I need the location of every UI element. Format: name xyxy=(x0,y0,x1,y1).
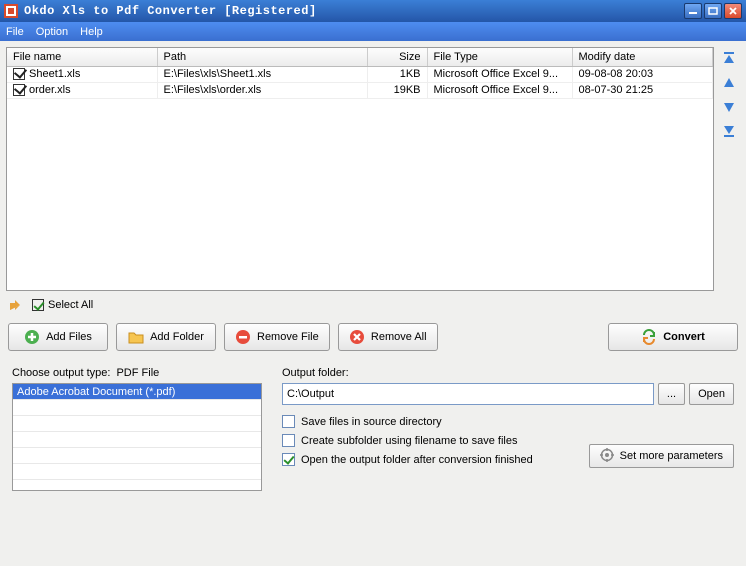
menu-option[interactable]: Option xyxy=(36,26,68,38)
browse-button[interactable]: ... xyxy=(658,383,685,405)
move-down-icon[interactable] xyxy=(720,99,738,115)
checkbox-icon xyxy=(32,299,44,311)
minus-icon xyxy=(235,329,251,345)
col-size[interactable]: Size xyxy=(367,48,427,66)
col-modify[interactable]: Modify date xyxy=(572,48,713,66)
remove-all-button[interactable]: Remove All xyxy=(338,323,438,351)
add-files-button[interactable]: Add Files xyxy=(8,323,108,351)
window-title: Okdo Xls to Pdf Converter [Registered] xyxy=(24,4,682,18)
list-item[interactable]: Adobe Acrobat Document (*.pdf) xyxy=(13,384,261,400)
select-all-label: Select All xyxy=(48,299,93,311)
menu-help[interactable]: Help xyxy=(80,26,103,38)
checkbox-icon xyxy=(282,415,295,428)
select-all-checkbox[interactable]: Select All xyxy=(32,299,93,311)
output-type-value: PDF File xyxy=(116,367,159,379)
move-up-icon[interactable] xyxy=(720,75,738,91)
output-type-label: Choose output type: xyxy=(12,367,110,379)
menu-file[interactable]: File xyxy=(6,26,24,38)
open-folder-button[interactable]: Open xyxy=(689,383,734,405)
output-folder-input[interactable] xyxy=(282,383,654,405)
checkbox-icon xyxy=(282,434,295,447)
col-filetype[interactable]: File Type xyxy=(427,48,572,66)
plus-icon xyxy=(24,329,40,345)
table-row[interactable]: Sheet1.xlsE:\Files\xls\Sheet1.xls1KBMicr… xyxy=(7,66,713,82)
checkbox-icon[interactable] xyxy=(13,84,25,96)
table-row[interactable]: order.xlsE:\Files\xls\order.xls19KBMicro… xyxy=(7,82,713,98)
output-folder-label: Output folder: xyxy=(282,367,734,379)
checkbox-icon[interactable] xyxy=(13,68,25,80)
up-folder-icon[interactable] xyxy=(8,297,26,313)
convert-icon xyxy=(641,329,657,345)
remove-file-button[interactable]: Remove File xyxy=(224,323,330,351)
close-button[interactable] xyxy=(724,3,742,19)
output-type-list[interactable]: Adobe Acrobat Document (*.pdf) xyxy=(12,383,262,491)
reorder-arrows xyxy=(718,47,740,291)
file-list[interactable]: File name Path Size File Type Modify dat… xyxy=(6,47,714,291)
save-in-source-checkbox[interactable]: Save files in source directory xyxy=(282,415,734,428)
convert-button[interactable]: Convert xyxy=(608,323,738,351)
app-icon xyxy=(4,4,18,18)
remove-all-icon xyxy=(349,329,365,345)
move-top-icon[interactable] xyxy=(720,51,738,67)
title-bar: Okdo Xls to Pdf Converter [Registered] xyxy=(0,0,746,22)
set-more-parameters-button[interactable]: Set more parameters xyxy=(589,444,734,468)
move-bottom-icon[interactable] xyxy=(720,123,738,139)
checkbox-icon xyxy=(282,453,295,466)
col-filename[interactable]: File name xyxy=(7,48,157,66)
minimize-button[interactable] xyxy=(684,3,702,19)
add-folder-button[interactable]: Add Folder xyxy=(116,323,216,351)
folder-icon xyxy=(128,329,144,345)
col-path[interactable]: Path xyxy=(157,48,367,66)
menu-bar: File Option Help xyxy=(0,22,746,41)
gear-icon xyxy=(600,448,614,465)
maximize-button[interactable] xyxy=(704,3,722,19)
